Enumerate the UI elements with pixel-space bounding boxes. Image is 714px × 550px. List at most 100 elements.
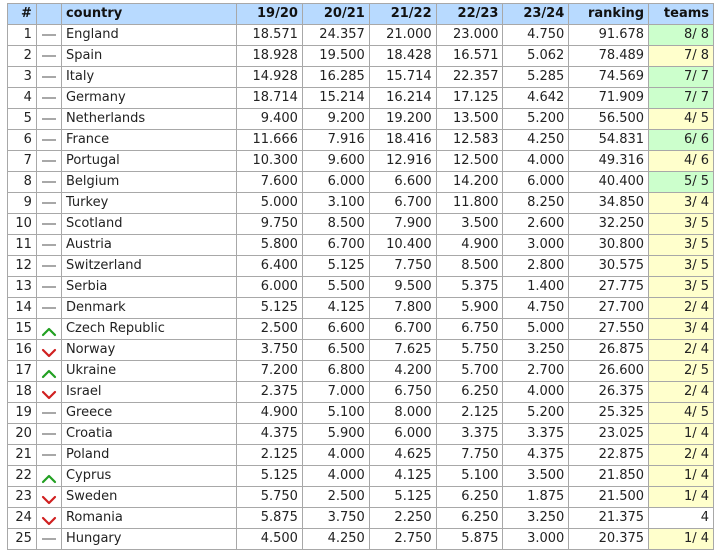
table-row: 14 Denmark 5.125 4.125 7.800 5.900 4.750 27.700… — [7, 297, 714, 319]
season-1920-value: 9.400 — [236, 108, 303, 130]
season-1920-value: 5.000 — [236, 192, 303, 214]
season-2122-value: 7.800 — [368, 297, 437, 319]
dash-icon — [41, 96, 56, 99]
teams-remaining: 3/ 5 — [648, 276, 714, 298]
teams-remaining: 8/ 8 — [648, 24, 714, 46]
country-name: Scotland — [60, 213, 238, 235]
table-row: 9 Turkey 5.000 3.100 6.700 11.800 8.250 34.850 3… — [7, 192, 714, 214]
season-1920-value: 2.125 — [236, 444, 303, 466]
country-name: France — [60, 129, 238, 151]
teams-remaining: 3/ 4 — [648, 192, 714, 214]
trend-cell — [35, 339, 62, 361]
trend-cell — [35, 276, 62, 298]
season-2223-value: 2.125 — [435, 402, 504, 424]
season-2324-value: 2.800 — [502, 255, 570, 277]
col-header-ranking[interactable]: ranking — [568, 3, 650, 25]
dash-icon — [41, 201, 56, 204]
col-header-pos[interactable]: # — [7, 3, 37, 25]
country-name: Croatia — [60, 423, 238, 445]
season-2324-value: 5.285 — [502, 66, 570, 88]
rank-position: 20 — [7, 423, 37, 445]
chevron-up-icon — [41, 324, 57, 336]
season-2122-value: 8.000 — [368, 402, 437, 424]
rank-position: 3 — [7, 66, 37, 88]
country-name: Germany — [60, 87, 238, 109]
season-1920-value: 2.500 — [236, 318, 303, 340]
chevron-up-icon — [41, 471, 57, 483]
table-row: 15 Czech Republic 2.500 6.600 6.700 6.750 5.00… — [7, 318, 714, 340]
season-2021-value: 8.500 — [301, 213, 370, 235]
country-name: Spain — [60, 45, 238, 67]
rank-position: 21 — [7, 444, 37, 466]
teams-remaining: 7/ 8 — [648, 45, 714, 67]
col-header-1920[interactable]: 19/20 — [236, 3, 303, 25]
chevron-down-icon — [41, 513, 57, 525]
season-1920-value: 18.714 — [236, 87, 303, 109]
col-header-trend — [35, 3, 62, 25]
col-header-2324[interactable]: 23/24 — [502, 3, 570, 25]
country-name: Netherlands — [60, 108, 238, 130]
season-2324-value: 4.000 — [502, 150, 570, 172]
trend-cell — [35, 486, 62, 508]
ranking-value: 56.500 — [568, 108, 650, 130]
season-2021-value: 5.900 — [301, 423, 370, 445]
col-header-2021[interactable]: 20/21 — [301, 3, 370, 25]
table-row: 13 Serbia 6.000 5.500 9.500 5.375 1.400 27.775 3… — [7, 276, 714, 298]
table-row: 2 Spain 18.928 19.500 18.428 16.571 5.062 78.48… — [7, 45, 714, 67]
table-row: 21 Poland 2.125 4.000 4.625 7.750 4.375 22.875 2… — [7, 444, 714, 466]
season-2122-value: 10.400 — [368, 234, 437, 256]
season-2223-value: 11.800 — [435, 192, 504, 214]
trend-cell — [35, 528, 62, 550]
ranking-value: 34.850 — [568, 192, 650, 214]
season-2223-value: 5.375 — [435, 276, 504, 298]
table-row: 4 Germany 18.714 15.214 16.214 17.125 4.642 71.… — [7, 87, 714, 109]
country-name: Ukraine — [60, 360, 238, 382]
season-1920-value: 18.928 — [236, 45, 303, 67]
ranking-value: 40.400 — [568, 171, 650, 193]
season-2021-value: 4.125 — [301, 297, 370, 319]
country-name: Norway — [60, 339, 238, 361]
col-header-teams[interactable]: teams — [648, 3, 714, 25]
season-2122-value: 21.000 — [368, 24, 437, 46]
col-header-country[interactable]: country — [60, 3, 238, 25]
table-row: 3 Italy 14.928 16.285 15.714 22.357 5.285 74.56… — [7, 66, 714, 88]
season-2021-value: 9.600 — [301, 150, 370, 172]
rank-position: 14 — [7, 297, 37, 319]
season-2122-value: 6.000 — [368, 423, 437, 445]
teams-remaining: 4/ 5 — [648, 108, 714, 130]
rank-position: 4 — [7, 87, 37, 109]
trend-cell — [35, 381, 62, 403]
season-2324-value: 4.000 — [502, 381, 570, 403]
season-1920-value: 5.800 — [236, 234, 303, 256]
dash-icon — [41, 411, 56, 414]
rank-position: 11 — [7, 234, 37, 256]
season-2021-value: 19.500 — [301, 45, 370, 67]
season-1920-value: 6.400 — [236, 255, 303, 277]
season-2021-value: 6.700 — [301, 234, 370, 256]
season-2223-value: 16.571 — [435, 45, 504, 67]
season-2324-value: 3.500 — [502, 465, 570, 487]
season-2324-value: 3.375 — [502, 423, 570, 445]
table-row: 18 Israel 2.375 7.000 6.750 6.250 4.000 26.375 2… — [7, 381, 714, 403]
season-2223-value: 5.900 — [435, 297, 504, 319]
rank-position: 9 — [7, 192, 37, 214]
col-header-2122[interactable]: 21/22 — [368, 3, 437, 25]
season-2324-value: 5.200 — [502, 108, 570, 130]
season-2021-value: 6.800 — [301, 360, 370, 382]
teams-remaining: 2/ 4 — [648, 297, 714, 319]
season-2324-value: 8.250 — [502, 192, 570, 214]
season-2223-value: 17.125 — [435, 87, 504, 109]
season-1920-value: 9.750 — [236, 213, 303, 235]
ranking-value: 30.800 — [568, 234, 650, 256]
teams-remaining: 3/ 5 — [648, 213, 714, 235]
table-row: 25 Hungary 4.500 4.250 2.750 5.875 3.000 20.375… — [7, 528, 714, 550]
season-2223-value: 5.700 — [435, 360, 504, 382]
season-2021-value: 6.500 — [301, 339, 370, 361]
season-2122-value: 7.750 — [368, 255, 437, 277]
trend-cell — [35, 423, 62, 445]
trend-cell — [35, 150, 62, 172]
col-header-2223[interactable]: 22/23 — [435, 3, 504, 25]
season-2324-value: 2.700 — [502, 360, 570, 382]
season-2122-value: 7.900 — [368, 213, 437, 235]
rank-position: 15 — [7, 318, 37, 340]
